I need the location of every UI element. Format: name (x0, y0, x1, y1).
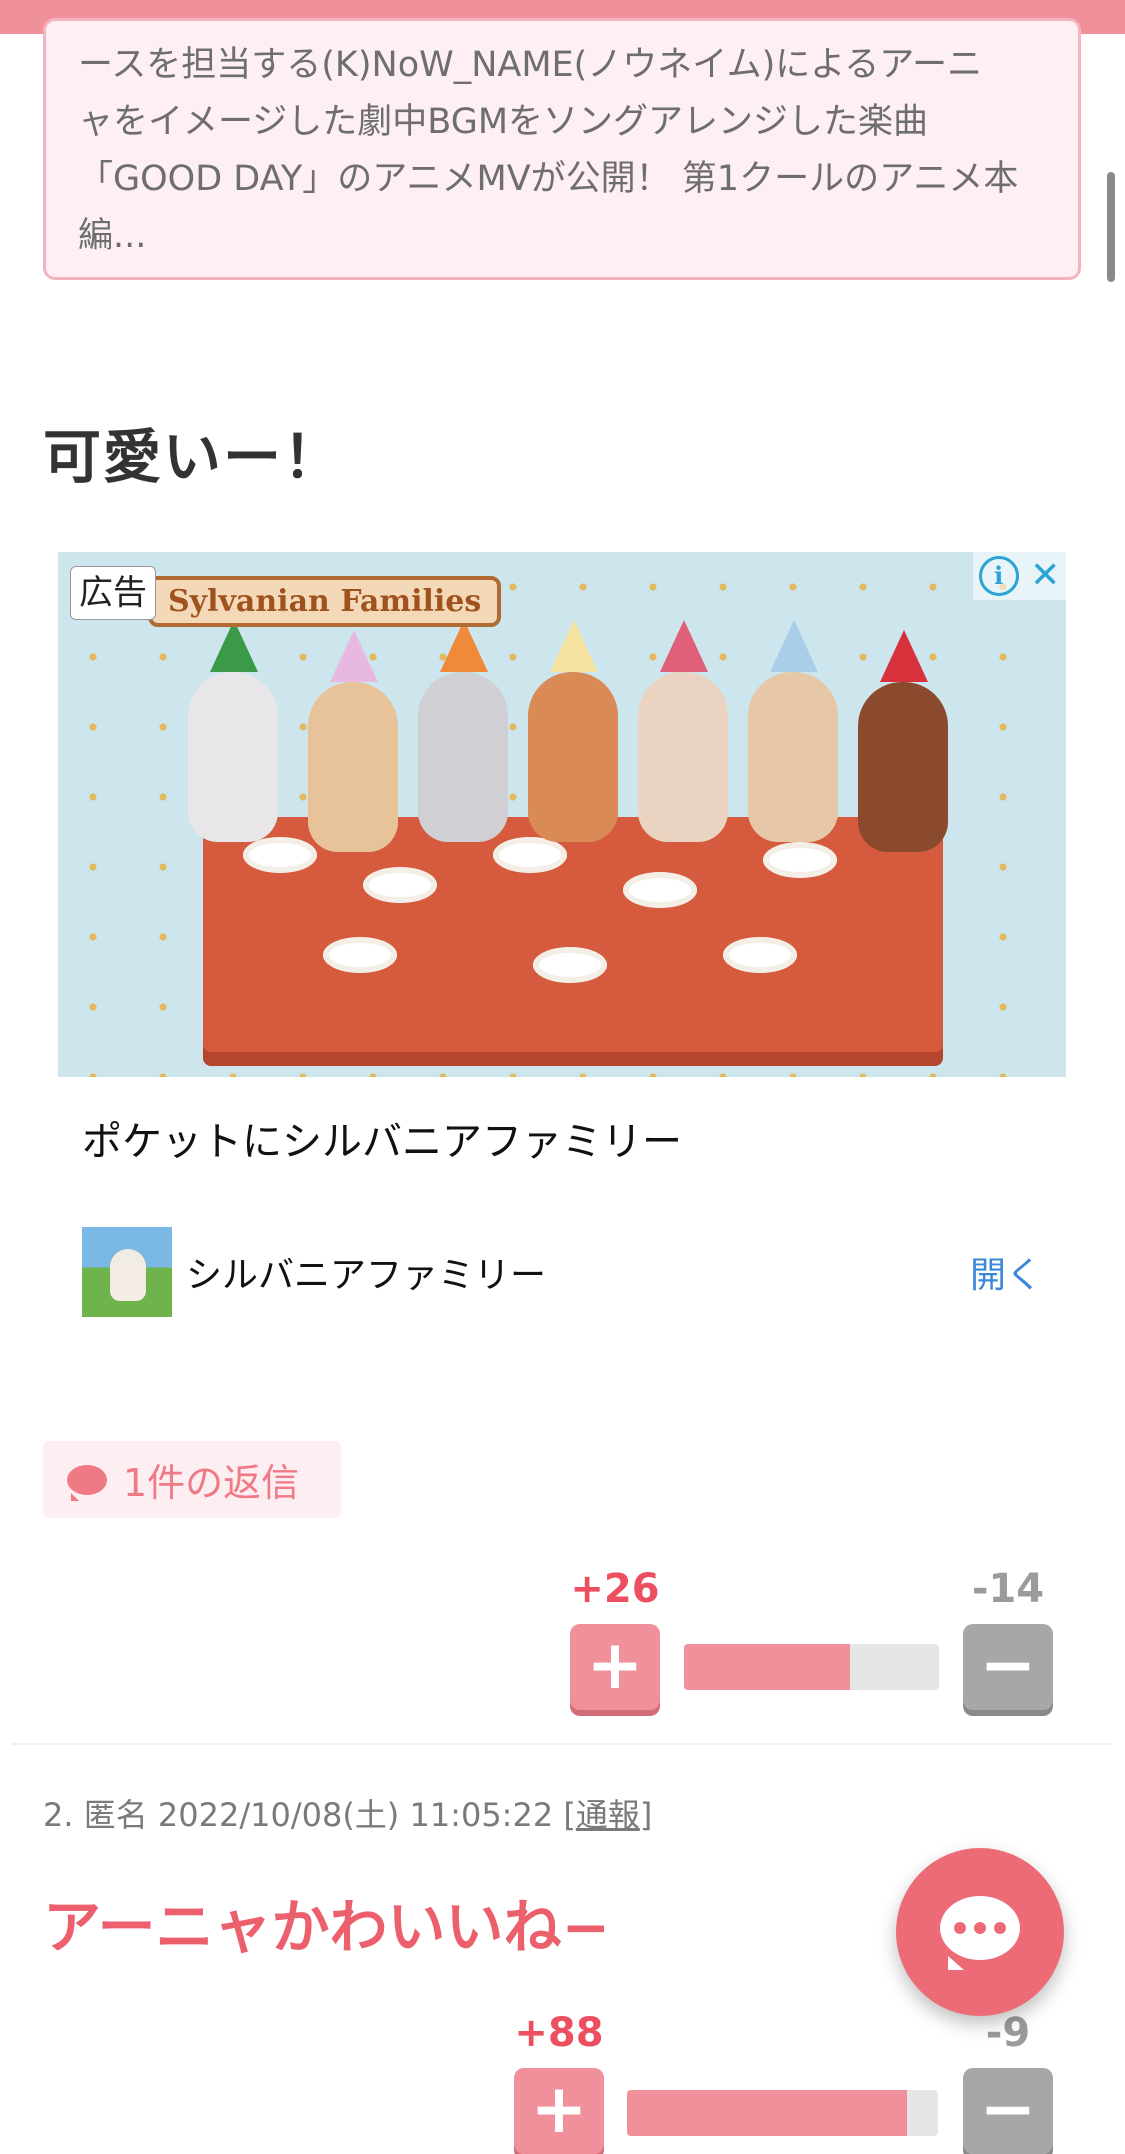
plate (533, 947, 607, 983)
report-link[interactable]: 通報 (576, 1796, 640, 1834)
plate (623, 872, 697, 908)
comment-body: アーニャかわいいね− (43, 1893, 611, 1961)
scrollbar[interactable] (1107, 172, 1115, 282)
info-icon[interactable]: i (978, 556, 1019, 596)
quote-line: 編... (78, 216, 147, 256)
toy-figure (638, 620, 728, 842)
minus-vote-count: -14 (971, 1566, 1045, 1612)
ad-choices[interactable]: i ✕ (973, 552, 1066, 600)
ad-table-illustration (203, 817, 943, 1052)
speech-bubble-icon (67, 1464, 107, 1501)
comment-body: 可愛いー！ (43, 423, 344, 491)
toy-figure (858, 630, 948, 852)
vote-ratio-fill (684, 1644, 850, 1690)
quote-line: ャをイメージした劇中BGMをソングアレンジした楽曲 (78, 102, 929, 142)
close-icon[interactable]: ✕ (1030, 558, 1060, 594)
comment-fab-button[interactable] (896, 1848, 1064, 2016)
quote-line: ースを担当する(K)NoW_NAME(ノウネイム)によるアーニ (78, 45, 983, 85)
plate (323, 937, 397, 973)
quoted-article-card[interactable]: ースを担当する(K)NoW_NAME(ノウネイム)によるアーニ ャをイメージした… (43, 18, 1081, 280)
toy-figure (188, 620, 278, 842)
plus-vote-count: +26 (570, 1566, 660, 1612)
reply-count-button[interactable]: 1件の返信 (43, 1441, 341, 1518)
ad-caption[interactable]: ポケットにシルバニアファミリー (82, 1109, 1066, 1167)
plate (493, 837, 567, 873)
ad-advertiser-row[interactable]: シルバニアファミリー 開く (58, 1227, 1066, 1317)
plate (723, 937, 797, 973)
comment-meta: 2. 匿名 2022/10/08(土) 11:05:22 [通報] (43, 1790, 652, 1836)
plate (363, 867, 437, 903)
chat-bubble-icon (940, 1896, 1020, 1970)
toy-figure (748, 620, 838, 842)
vote-ratio-fill (627, 2090, 907, 2136)
plus-vote-button[interactable]: + (570, 1624, 660, 1710)
minus-vote-button[interactable]: − (963, 1624, 1053, 1710)
toy-figure (418, 620, 508, 842)
dot (974, 1922, 986, 1934)
advertisement[interactable]: Sylvanian Families 広告 i ✕ ポケットにシルバニアファミリ… (58, 552, 1066, 1317)
toy-figure (308, 630, 398, 852)
plate (763, 842, 837, 878)
ad-brand-logo: Sylvanian Families (148, 576, 502, 627)
toy-figure (528, 620, 618, 842)
plate (243, 837, 317, 873)
vote-ratio-bar (627, 2090, 938, 2136)
ad-image[interactable]: Sylvanian Families 広告 i ✕ (58, 552, 1066, 1077)
comment-divider (12, 1743, 1112, 1745)
minus-vote-count: -9 (985, 2010, 1031, 2056)
ad-open-link[interactable]: 開く (970, 1246, 1042, 1298)
dot (994, 1922, 1006, 1934)
comment-meta-text: 2. 匿名 2022/10/08(土) 11:05:22 [ (43, 1796, 576, 1834)
vote-ratio-bar (684, 1644, 939, 1690)
advertiser-avatar (82, 1227, 172, 1317)
dot (954, 1922, 966, 1934)
plus-vote-count: +88 (514, 2010, 604, 2056)
advertiser-name: シルバニアファミリー (186, 1255, 547, 1296)
minus-vote-button[interactable]: − (963, 2068, 1053, 2154)
comment-meta-bracket: ] (639, 1796, 653, 1834)
quote-line: 「GOOD DAY」のアニメMVが公開！ 第1クールのアニメ本 (78, 159, 1019, 199)
ad-label: 広告 (70, 566, 156, 620)
plus-vote-button[interactable]: + (514, 2068, 604, 2154)
reply-count-label: 1件の返信 (123, 1461, 300, 1505)
